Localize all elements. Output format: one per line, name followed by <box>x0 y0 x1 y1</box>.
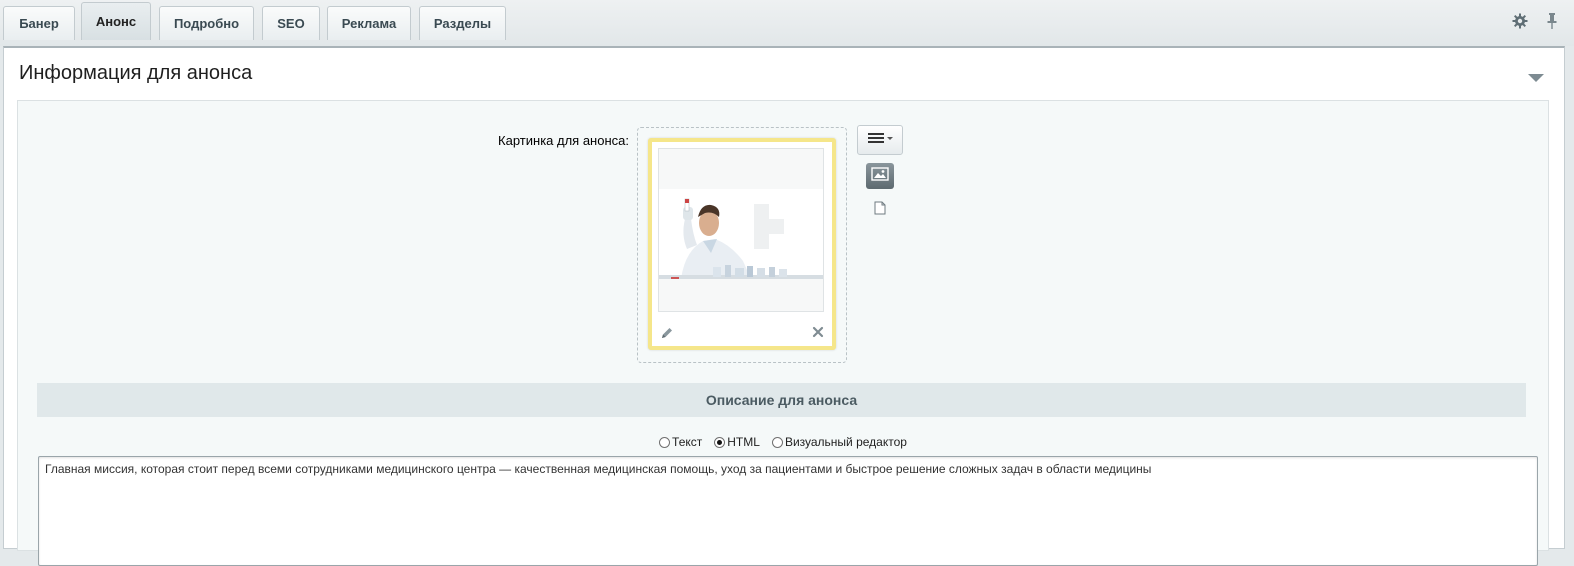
radio-html[interactable] <box>714 436 726 448</box>
tab-label: Подробно <box>173 16 240 31</box>
tab-announce[interactable]: Анонс <box>81 2 151 40</box>
tab-ads[interactable]: Реклама <box>327 6 411 40</box>
description-textarea[interactable]: Главная миссия, которая стоит перед всем… <box>38 456 1538 566</box>
pencil-icon[interactable] <box>660 326 674 345</box>
gear-icon[interactable] <box>1512 12 1528 30</box>
tab-sections[interactable]: Разделы <box>419 6 506 40</box>
tab-banner[interactable]: Банер <box>3 6 75 40</box>
tab-bar: Банер Анонс Подробно SEO Реклама Разделы <box>0 0 1574 46</box>
tab-seo[interactable]: SEO <box>262 6 320 40</box>
radio-visual-editor[interactable] <box>771 436 783 448</box>
picture-actions <box>660 326 824 340</box>
image-icon <box>871 166 889 186</box>
description-header: Описание для анонса <box>37 383 1526 417</box>
tab-label: Реклама <box>341 16 397 31</box>
format-html-option[interactable]: HTML <box>714 435 760 449</box>
picture-dropzone[interactable] <box>637 127 847 363</box>
radio-text[interactable] <box>659 436 671 448</box>
radio-label: Текст <box>672 435 703 449</box>
tab-label: Разделы <box>433 16 492 31</box>
announce-panel: Информация для анонса Картинка для анонс… <box>3 46 1565 566</box>
menu-icon <box>866 131 894 149</box>
format-text-option[interactable]: Текст <box>659 435 702 449</box>
pin-icon[interactable] <box>1544 12 1560 30</box>
picture-menu-button[interactable] <box>857 125 903 155</box>
format-visual-editor-option[interactable]: Визуальный редактор <box>771 435 907 449</box>
file-icon[interactable] <box>874 201 886 215</box>
picture-card <box>648 138 836 350</box>
picture-thumbnail[interactable] <box>658 148 824 312</box>
picture-label: Картинка для анонса: <box>498 133 629 148</box>
section-title: Информация для анонса <box>19 62 253 84</box>
tab-details[interactable]: Подробно <box>159 6 254 40</box>
close-icon[interactable] <box>812 326 824 341</box>
radio-label: Визуальный редактор <box>784 435 907 449</box>
collapse-arrow-icon[interactable] <box>1528 70 1544 82</box>
radio-label: HTML <box>727 435 760 449</box>
tab-tools <box>1512 12 1560 30</box>
section-body: Картинка для анонса: Описание для анонса… <box>17 100 1549 566</box>
tab-label: Банер <box>19 16 59 31</box>
tab-label: SEO <box>277 16 305 31</box>
tab-label: Анонс <box>95 14 137 29</box>
description-format-switch: Текст HTML Визуальный редактор <box>18 435 1548 449</box>
image-view-button[interactable] <box>866 163 894 189</box>
